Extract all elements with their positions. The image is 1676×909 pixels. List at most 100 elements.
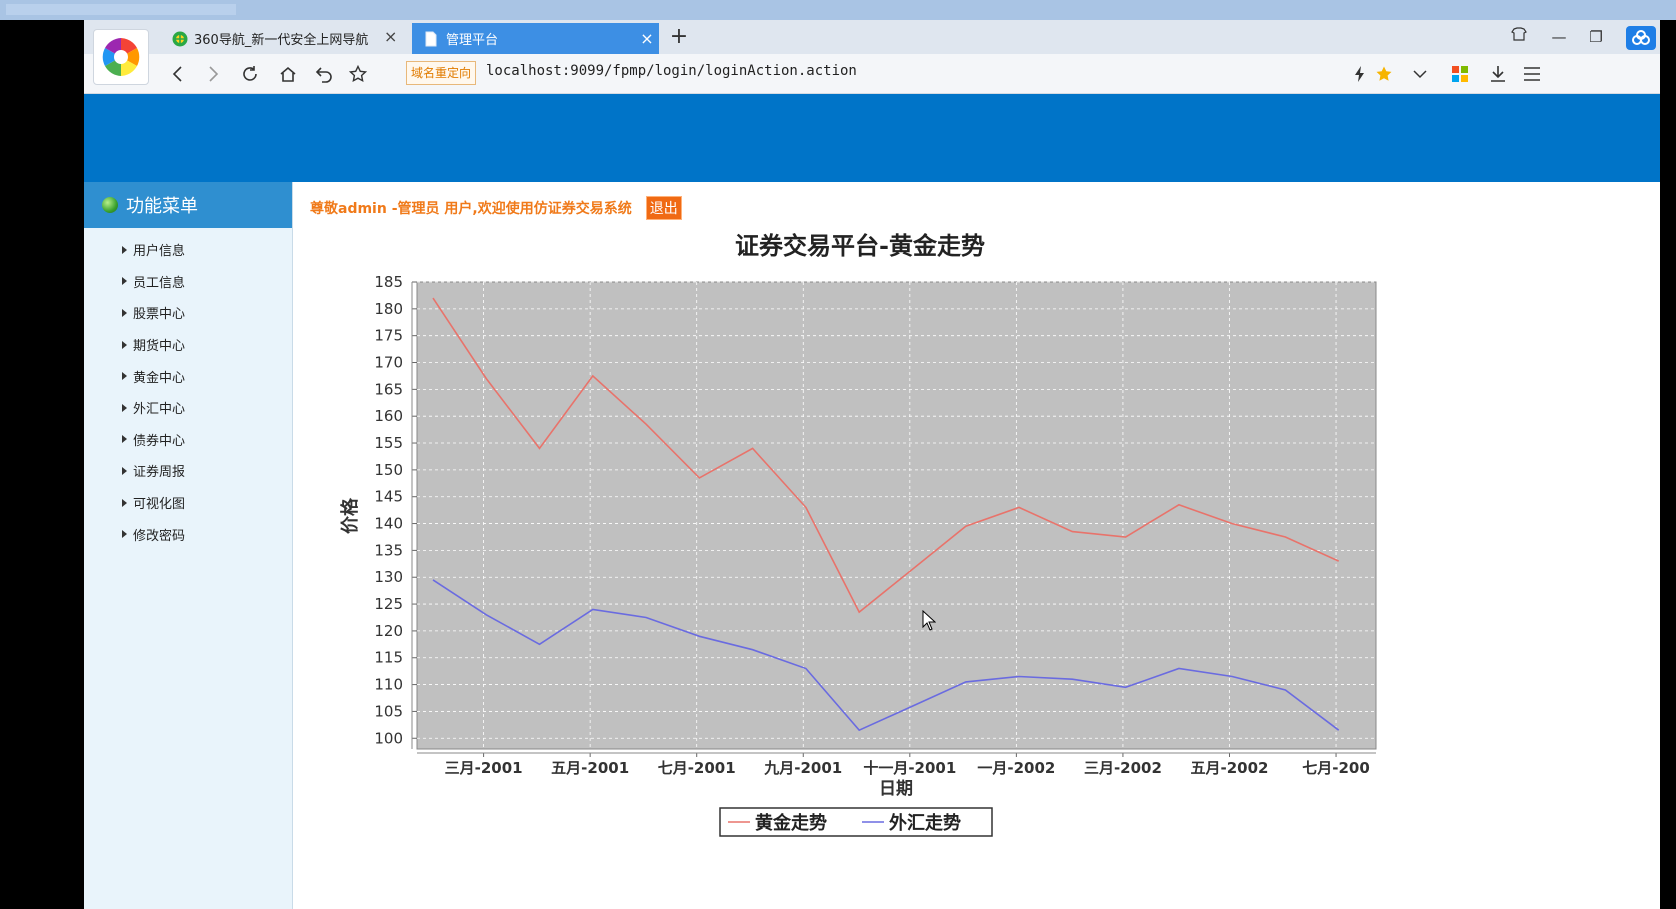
favorite-star-icon[interactable] — [344, 60, 372, 88]
bookmark-star-icon[interactable] — [1370, 60, 1398, 88]
home-icon[interactable] — [274, 60, 302, 88]
plot-area — [416, 281, 1377, 750]
sidebar-item-label: 用户信息 — [133, 244, 186, 260]
header-banner — [84, 94, 1660, 182]
tab-management-platform[interactable]: 管理平台 × — [412, 23, 659, 54]
sidebar-item-weekly-report[interactable]: 证券周报 — [84, 455, 292, 487]
triangle-right-icon — [122, 372, 127, 381]
sidebar-item-visualization[interactable]: 可视化图 — [84, 487, 292, 519]
triangle-right-icon — [122, 403, 127, 412]
apps-grid-icon[interactable] — [1446, 60, 1474, 88]
y-tick-label: 140 — [374, 515, 403, 533]
y-tick-label: 120 — [374, 622, 403, 640]
y-tick-label: 105 — [374, 702, 403, 720]
triangle-right-icon — [122, 277, 127, 286]
triangle-right-icon — [122, 308, 127, 317]
forward-icon[interactable] — [199, 60, 227, 88]
browser-window: 360导航_新一代安全上网导航 管理平台 × × + — ❐ 域名重定向 loc… — [84, 20, 1660, 909]
restore-icon[interactable]: ❐ — [1584, 26, 1608, 48]
triangle-right-icon — [122, 498, 127, 507]
y-tick-label: 100 — [374, 729, 403, 747]
skin-icon[interactable] — [1507, 26, 1531, 48]
chart-title: 证券交易平台-黄金走势 — [735, 231, 985, 260]
page-icon — [424, 31, 440, 47]
y-tick-label: 165 — [374, 380, 403, 398]
360-browser-logo[interactable] — [93, 29, 149, 85]
cloud-icon[interactable] — [1626, 26, 1656, 50]
sidebar-item-label: 修改密码 — [133, 528, 186, 544]
sidebar-item-forex-center[interactable]: 外汇中心 — [84, 392, 292, 424]
y-tick-label: 155 — [374, 434, 403, 452]
x-tick-label: 七月-2001 — [658, 759, 736, 777]
redirect-badge[interactable]: 域名重定向 — [406, 61, 477, 85]
y-tick-label: 150 — [374, 461, 403, 479]
menu-list: 用户信息 员工信息 股票中心 期货中心 黄金中心 外汇中心 债券中心 证券周报 … — [84, 228, 292, 550]
y-tick-label: 160 — [374, 407, 403, 425]
menu-icon[interactable] — [1518, 60, 1546, 88]
sidebar-item-label: 期货中心 — [133, 339, 186, 355]
sidebar-item-label: 股票中心 — [133, 307, 186, 323]
sidebar-item-label: 证券周报 — [133, 465, 186, 481]
back-icon[interactable] — [164, 60, 192, 88]
y-axis-label: 价格 — [339, 497, 361, 534]
triangle-right-icon — [122, 340, 127, 349]
gold-trend-chart: 证券交易平台-黄金走势 1001051101151201251301351401… — [339, 231, 1377, 837]
x-tick-label: 三月-2001 — [445, 759, 523, 777]
y-tick-label: 185 — [374, 273, 403, 291]
x-tick-label: 十一月-2001 — [863, 759, 956, 777]
y-tick-label: 130 — [374, 568, 403, 586]
legend-forex-label: 外汇走势 — [889, 812, 961, 834]
undo-icon[interactable] — [310, 60, 338, 88]
menu-gem-icon — [102, 197, 118, 213]
download-icon[interactable] — [1484, 60, 1512, 88]
legend-gold-label: 黄金走势 — [755, 812, 827, 834]
sidebar-item-futures-center[interactable]: 期货中心 — [84, 329, 292, 361]
background-window-title — [6, 4, 236, 15]
x-axis-label: 日期 — [879, 779, 913, 799]
sidebar-item-bond-center[interactable]: 债券中心 — [84, 424, 292, 456]
sidebar-item-gold-center[interactable]: 黄金中心 — [84, 360, 292, 392]
desktop-left-area — [0, 20, 84, 909]
logout-button[interactable]: 退出 — [645, 196, 682, 220]
x-tick-label: 五月-2001 — [551, 759, 629, 777]
sidebar-item-employee-info[interactable]: 员工信息 — [84, 266, 292, 298]
x-tick-label: 九月-2001 — [763, 759, 842, 777]
refresh-icon[interactable] — [236, 60, 264, 88]
triangle-right-icon — [122, 435, 127, 444]
new-tab-button[interactable]: + — [666, 24, 692, 50]
welcome-text: 尊敬admin -管理员 用户,欢迎使用仿证券交易系统 — [310, 201, 632, 217]
chart-legend: 黄金走势 外汇走势 — [719, 807, 993, 837]
minimize-icon[interactable]: — — [1547, 26, 1571, 48]
menu-header: 功能菜单 — [84, 182, 292, 228]
y-axis: 100 105 110 115 120 125 130 135 140 145 150 155 160 1… — [374, 273, 417, 749]
sidebar-item-label: 可视化图 — [133, 497, 186, 513]
y-tick-label: 115 — [374, 649, 403, 667]
y-tick-label: 135 — [374, 541, 403, 559]
y-tick-label: 145 — [374, 488, 403, 506]
close-icon[interactable]: × — [384, 27, 397, 46]
chevron-down-icon[interactable] — [1406, 60, 1434, 88]
triangle-right-icon — [122, 530, 127, 539]
sidebar-item-change-password[interactable]: 修改密码 — [84, 518, 292, 550]
desktop-right-area — [1660, 20, 1676, 909]
sidebar-item-user-info[interactable]: 用户信息 — [84, 234, 292, 266]
web-page: 功能菜单 用户信息 员工信息 股票中心 期货中心 黄金中心 外汇中心 债券中心 … — [84, 94, 1660, 909]
sidebar-item-label: 黄金中心 — [133, 370, 186, 386]
mouse-cursor-icon — [922, 610, 936, 631]
360-nav-icon — [172, 31, 188, 47]
y-tick-label: 125 — [374, 595, 403, 613]
sidebar: 功能菜单 用户信息 员工信息 股票中心 期货中心 黄金中心 外汇中心 债券中心 … — [84, 182, 293, 909]
x-tick-label: 五月-2002 — [1190, 759, 1268, 777]
close-icon[interactable]: × — [635, 29, 659, 48]
menu-title: 功能菜单 — [126, 196, 198, 217]
browser-toolbar: 域名重定向 localhost:9099/fpmp/login/loginAct… — [84, 54, 1660, 94]
y-tick-label: 170 — [374, 354, 403, 372]
sidebar-item-stock-center[interactable]: 股票中心 — [84, 297, 292, 329]
welcome-bar: 尊敬admin -管理员 用户,欢迎使用仿证券交易系统 退出 — [310, 196, 682, 220]
sidebar-item-label: 外汇中心 — [133, 402, 186, 418]
address-bar[interactable]: localhost:9099/fpmp/login/loginAction.ac… — [486, 63, 857, 79]
x-axis: 三月-2001 五月-2001 七月-2001 九月-2001 十一月-2001 一月-2… — [417, 752, 1376, 777]
triangle-right-icon — [122, 245, 127, 254]
tab-bar: 360导航_新一代安全上网导航 管理平台 × × + — ❐ — [84, 20, 1660, 54]
x-tick-label: 一月-2002 — [977, 759, 1055, 777]
